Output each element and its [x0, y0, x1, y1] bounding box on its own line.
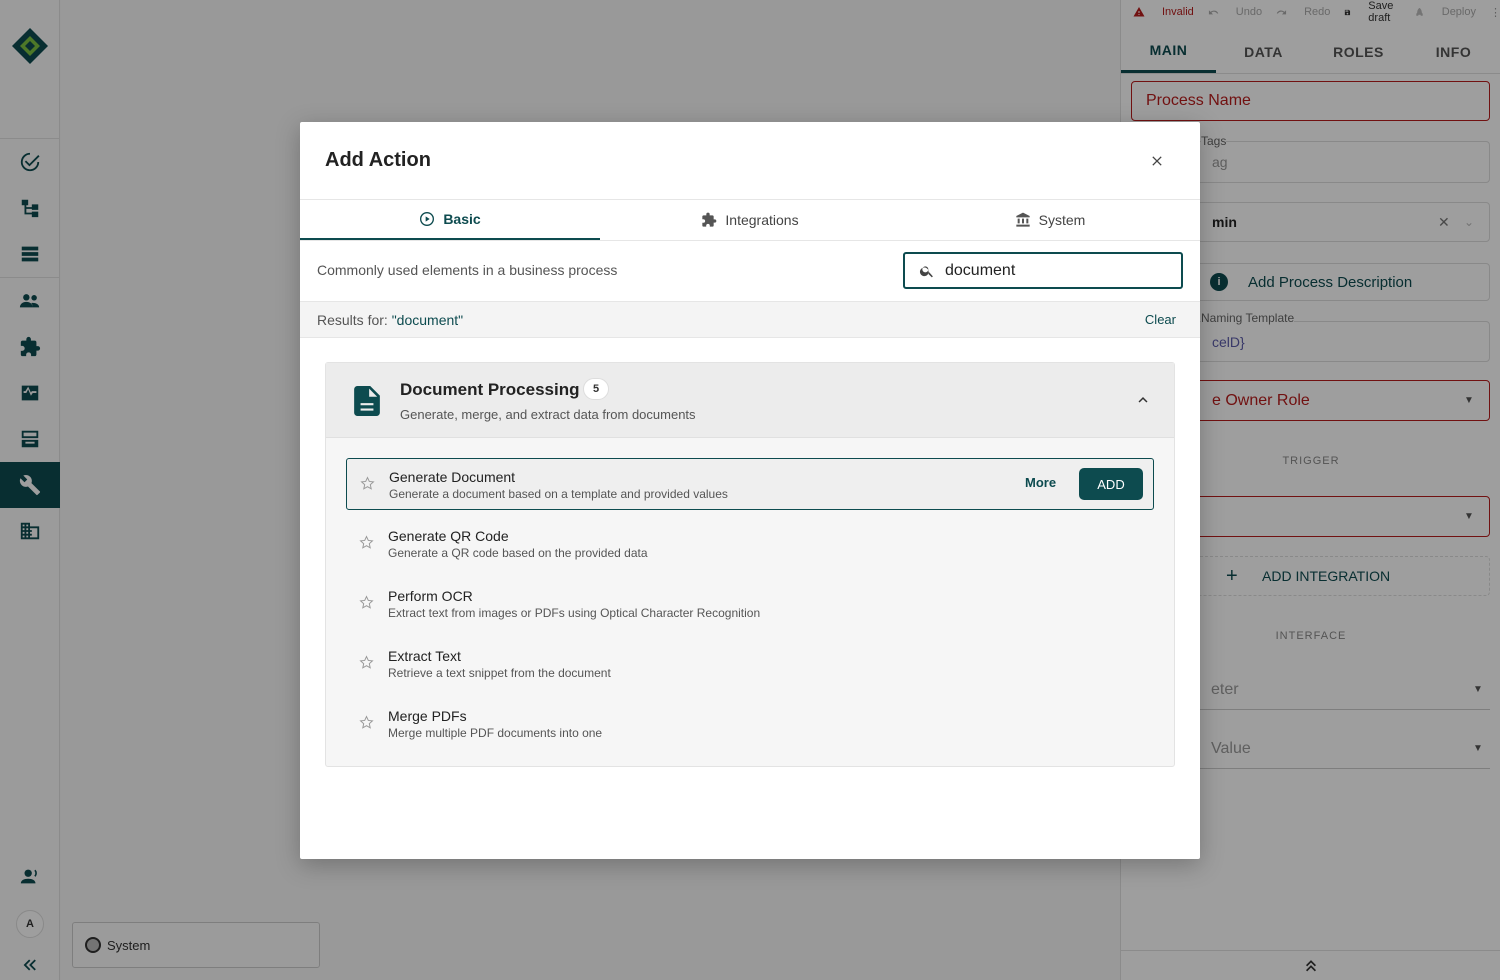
results-prefix: Results for:	[317, 311, 392, 328]
chevron-up-icon[interactable]	[1134, 391, 1152, 409]
tab-system[interactable]: System	[900, 200, 1200, 240]
item-description: Merge multiple PDF documents into one	[388, 726, 603, 740]
group-description: Generate, merge, and extract data from d…	[400, 407, 696, 422]
item-description: Generate a document based on a template …	[389, 487, 728, 501]
list-item[interactable]: Merge PDFs Merge multiple PDF documents …	[346, 698, 1154, 750]
search-box[interactable]	[903, 252, 1183, 289]
list-item[interactable]: Perform OCR Extract text from images or …	[346, 578, 1154, 630]
tab-description: Commonly used elements in a business pro…	[317, 262, 618, 278]
add-action-dialog: Add Action Basic Integrations System Com…	[300, 122, 1200, 859]
list-item[interactable]: Generate Document Generate a document ba…	[346, 458, 1154, 510]
tab-basic-label: Basic	[443, 211, 481, 227]
add-button[interactable]: ADD	[1079, 468, 1143, 500]
star-outline-icon[interactable]	[359, 595, 374, 610]
star-outline-icon[interactable]	[359, 715, 374, 730]
list-item[interactable]: Generate QR Code Generate a QR code base…	[346, 518, 1154, 570]
dialog-title: Add Action	[325, 149, 431, 171]
item-title: Generate QR Code	[388, 528, 509, 544]
star-outline-icon[interactable]	[360, 476, 375, 491]
group-title: Document Processing	[400, 380, 580, 399]
star-outline-icon[interactable]	[359, 535, 374, 550]
tab-system-label: System	[1038, 212, 1086, 228]
search-input[interactable]	[945, 261, 1165, 280]
tab-integrations-label: Integrations	[725, 212, 799, 228]
document-icon	[354, 386, 380, 416]
close-icon	[1152, 156, 1162, 166]
item-title: Extract Text	[388, 648, 461, 664]
clear-search-button[interactable]: Clear	[1145, 312, 1183, 327]
count-badge: 5	[583, 378, 609, 400]
tab-integrations[interactable]: Integrations	[600, 200, 900, 240]
results-bar: Results for: "document" Clear	[300, 301, 1200, 338]
search-icon	[919, 265, 933, 277]
puzzle-icon	[702, 212, 717, 227]
item-title: Perform OCR	[388, 588, 473, 604]
group-header[interactable]: Document Processing 5 Generate, merge, a…	[326, 363, 1174, 438]
tab-basic[interactable]: Basic	[300, 200, 600, 240]
item-description: Extract text from images or PDFs using O…	[388, 606, 761, 620]
item-description: Generate a QR code based on the provided…	[388, 546, 648, 560]
item-title: Generate Document	[389, 469, 516, 485]
close-button[interactable]	[1145, 149, 1169, 173]
list-item[interactable]: Extract Text Retrieve a text snippet fro…	[346, 638, 1154, 690]
action-category-tabs: Basic Integrations System	[300, 199, 1200, 241]
item-title: Merge PDFs	[388, 708, 467, 724]
document-processing-group: Document Processing 5 Generate, merge, a…	[325, 362, 1175, 767]
bank-icon	[1015, 212, 1030, 227]
item-description: Retrieve a text snippet from the documen…	[388, 666, 611, 680]
results-query: "document"	[391, 311, 464, 328]
more-button[interactable]: More	[1025, 475, 1056, 490]
star-outline-icon[interactable]	[359, 655, 374, 670]
play-circle-icon	[420, 212, 435, 226]
